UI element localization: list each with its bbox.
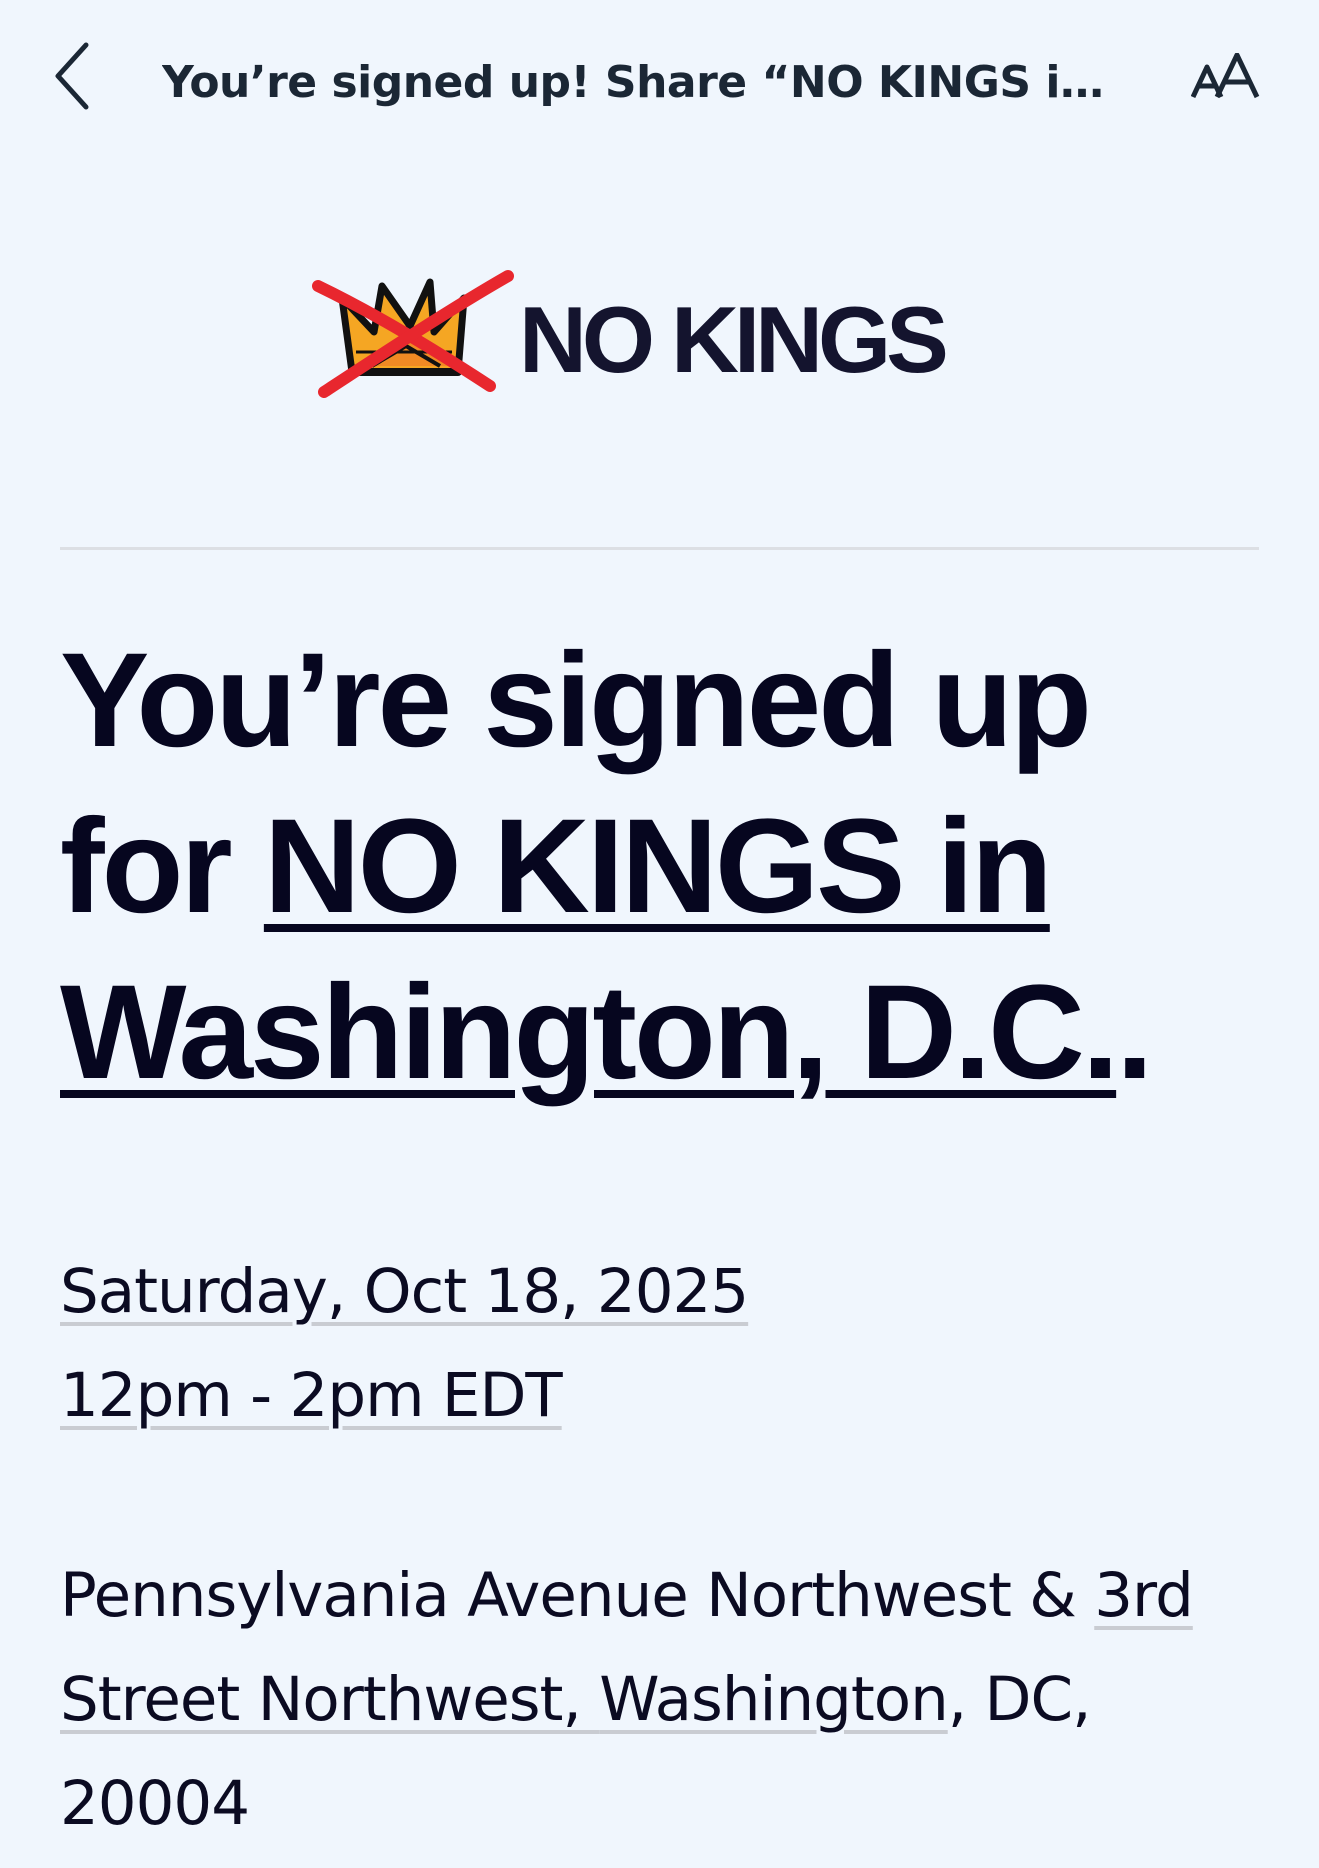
page-title: You’re signed up for NO KINGS in Washing… <box>60 618 1260 1116</box>
event-address: Pennsylvania Avenue Northwest & 3rd Stre… <box>60 1544 1260 1856</box>
event-datetime: Saturday, Oct 18, 2025 12pm - 2pm EDT <box>60 1240 1260 1448</box>
crossed-crown-icon <box>312 268 520 398</box>
address-street-text: Pennsylvania Avenue Northwest & <box>60 1560 1095 1631</box>
back-button[interactable] <box>40 36 104 120</box>
address-state-text: , DC, <box>947 1664 1092 1735</box>
nav-title: You’re signed up! Share “NO KINGS in Was… <box>162 57 1122 108</box>
headline-suffix: . <box>1116 958 1153 1107</box>
address-link[interactable]: 3rd <box>1094 1560 1194 1631</box>
event-time-link[interactable]: 12pm - 2pm EDT <box>60 1360 563 1431</box>
address-city-link[interactable]: Washington <box>599 1664 948 1735</box>
address-zip: 20004 <box>60 1768 250 1839</box>
no-kings-logo: NO KINGS <box>312 268 1012 398</box>
chevron-left-icon <box>52 41 92 116</box>
text-size-icon <box>1190 52 1261 106</box>
address-link[interactable]: Street Northwest, <box>60 1664 599 1735</box>
text-size-button[interactable] <box>1184 44 1268 114</box>
event-date-link[interactable]: Saturday, Oct 18, 2025 <box>60 1256 749 1327</box>
navigation-bar: You’re signed up! Share “NO KINGS in Was… <box>0 0 1319 170</box>
divider <box>60 547 1259 550</box>
logo-wordmark: NO KINGS <box>519 287 949 392</box>
